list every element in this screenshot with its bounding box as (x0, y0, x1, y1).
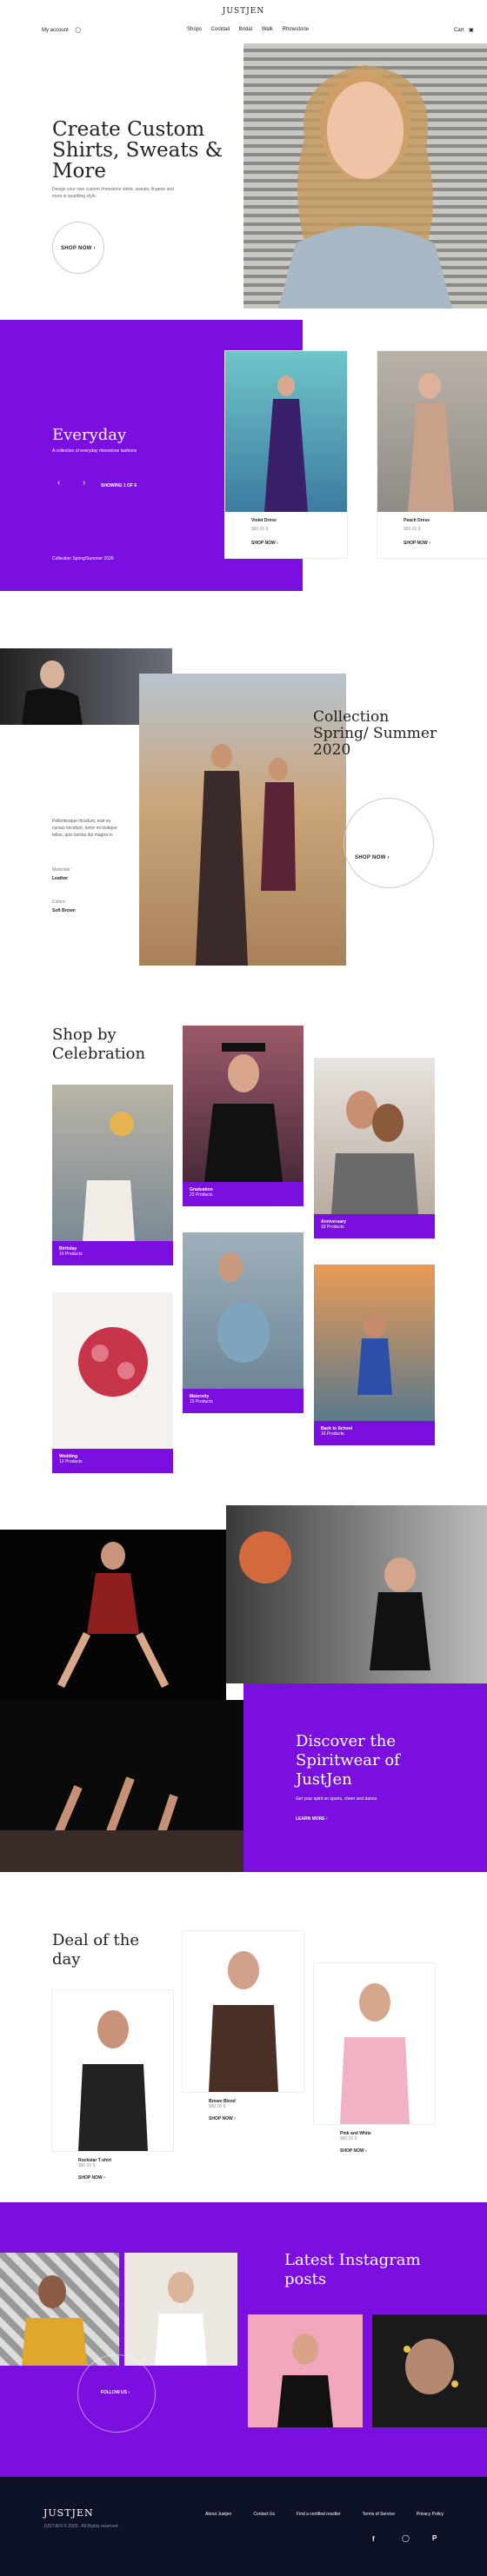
header: JUSTJEN My account ◯ Shops Cocktail Brid… (0, 0, 487, 43)
deal-title: Deal of the day (52, 1931, 139, 1969)
deal-card-rockstar[interactable]: Rockstar T-shirt $80,00 $ SHOP NOW (52, 1990, 173, 2190)
collection-cta-circle (344, 798, 434, 888)
follow-us-button[interactable]: FOLLOW US (101, 2390, 130, 2395)
cart-link[interactable]: Cart ▣ (454, 27, 474, 33)
celebration-count: 18 Products (321, 1225, 344, 1230)
product-name: Peach Dress (404, 518, 430, 523)
account-label: My account (42, 28, 69, 33)
product-price: $80,00 $ (404, 527, 421, 532)
instagram-icon[interactable]: ◯ (402, 2534, 410, 2542)
rockstar-image (52, 1990, 173, 2151)
hero-subtitle: Design your own custom rhinestone shirts… (52, 187, 174, 199)
hero-shop-now-button[interactable]: SHOP NOW (61, 246, 96, 251)
nav-shops[interactable]: Shops (187, 27, 202, 32)
everyday-subtitle: A collection of everyday rhinestone fash… (52, 448, 137, 454)
user-icon: ◯ (75, 28, 82, 33)
instagram-title: Latest Instagram posts (284, 2251, 421, 2288)
deal-card-pink-white[interactable]: Pink and White $80,00 $ SHOP NOW (314, 1963, 435, 2163)
material-label: Materials: (52, 867, 71, 873)
facebook-icon[interactable]: f (372, 2535, 375, 2543)
celebration-card-birthday[interactable]: Birthday 16 Products (52, 1085, 173, 1265)
product-price: $80,00 $ (251, 527, 269, 532)
celebration-card-back-to-school[interactable]: Back to School 16 Products (314, 1265, 435, 1445)
nav-cocktail[interactable]: Cocktail (211, 27, 230, 32)
spirit-subtitle: Get your spirit on sports, cheer and dan… (296, 1796, 378, 1802)
everyday-pager: SHOWING 1 OF 6 (101, 483, 137, 488)
celebration-count: 12 Products (59, 1459, 83, 1464)
nav-rhinestone[interactable]: Rhinestone (283, 27, 309, 32)
product-price: $80,00 $ (78, 2163, 96, 2168)
footer-brand[interactable]: JUSTJEN (43, 2507, 94, 2519)
wedding-image (52, 1292, 173, 1449)
brown-blend-image (183, 1931, 304, 2092)
spirit-image-cheer (0, 1700, 244, 1872)
color-label: Colors: (52, 900, 66, 905)
anniversary-image (314, 1058, 435, 1214)
celebration-card-anniversary[interactable]: Anniversary 18 Products (314, 1058, 435, 1238)
nav-bridal[interactable]: Bridal (239, 27, 252, 32)
learn-more-button[interactable]: LEARN MORE (296, 1816, 328, 1822)
product-price: $80,00 $ (340, 2136, 357, 2141)
back-to-school-image (314, 1265, 435, 1421)
material-value: Leather (52, 876, 69, 881)
account-link[interactable]: My account ◯ (42, 27, 81, 33)
cart-icon: ▣ (469, 28, 474, 33)
product-name: Violet Dress (251, 518, 277, 523)
spirit-title: Discover the Spiritwear of JustJen (296, 1732, 400, 1789)
spirit-image-athlete (0, 1530, 226, 1700)
footer-links: About Justjen Contact Us Find a certifie… (205, 2512, 444, 2517)
everyday-footnote: Collection Spring/Summer 2020 (52, 556, 114, 561)
next-arrow-icon[interactable]: › (83, 478, 85, 488)
celebration-card-wedding[interactable]: Wedding 12 Products (52, 1292, 173, 1473)
insta-post-4[interactable] (372, 2314, 487, 2427)
brand-logo[interactable]: JUSTJEN (0, 7, 487, 16)
celebration-count: 16 Products (321, 1431, 344, 1437)
peach-dress-image (377, 351, 487, 512)
birthday-image (52, 1085, 173, 1241)
product-price: $80,00 $ (209, 2104, 226, 2109)
nav-walk[interactable]: Walk (262, 27, 273, 32)
footer-link-reseller[interactable]: Find a certified reseller (297, 2512, 341, 2517)
collection-title: Collection Spring/ Summer 2020 (313, 708, 437, 759)
celebration-count: 16 Products (59, 1251, 83, 1257)
footer-link-privacy[interactable]: Privacy Policy (417, 2512, 444, 2517)
graduation-image (183, 1026, 304, 1182)
shop-now-link[interactable]: SHOP NOW (340, 2148, 435, 2154)
footer-link-contact[interactable]: Contact Us (253, 2512, 275, 2517)
pink-white-image (314, 1963, 435, 2124)
shop-now-link[interactable]: SHOP NOW (251, 541, 278, 546)
maternity-image (183, 1232, 304, 1389)
spirit-image-gym (226, 1505, 487, 1683)
product-card-violet[interactable]: Violet Dress $80,00 $ SHOP NOW (225, 351, 347, 558)
violet-dress-image (225, 351, 347, 512)
insta-post-3[interactable] (248, 2314, 363, 2427)
hero-title: Create Custom Shirts, Sweats & More (52, 118, 223, 183)
celebration-count: 15 Products (190, 1399, 213, 1404)
main-nav: Shops Cocktail Bridal Walk Rhinestone (187, 27, 309, 32)
everyday-title: Everyday (52, 426, 127, 444)
footer-copyright: JUSTJEN © 2020 . All Rights reserved. (43, 2524, 119, 2529)
insta-post-2[interactable] (124, 2253, 237, 2366)
shop-now-link[interactable]: SHOP NOW (404, 541, 430, 546)
deal-card-brown-blend[interactable]: Brown Blend $80,00 $ SHOP NOW (183, 1931, 304, 2131)
cart-label: Cart (454, 28, 464, 33)
color-value: Soft Brown (52, 908, 76, 913)
shop-now-link[interactable]: SHOP NOW (78, 2175, 173, 2181)
celebration-card-graduation[interactable]: Graduation 22 Products (183, 1026, 304, 1206)
insta-post-1[interactable] (0, 2253, 119, 2366)
footer-link-about[interactable]: About Justjen (205, 2512, 231, 2517)
celebration-title: Shop by Celebration (52, 1026, 146, 1063)
product-card-peach[interactable]: Peach Dress $80,00 $ SHOP NOW (377, 351, 487, 558)
hero-image (244, 43, 487, 309)
shop-now-link[interactable]: SHOP NOW (209, 2116, 304, 2121)
collection-description: Pellentesque tincidunt, erat eu cursus t… (52, 819, 117, 838)
celebration-card-maternity[interactable]: Maternity 15 Products (183, 1232, 304, 1413)
pinterest-icon[interactable]: P (432, 2534, 437, 2542)
prev-arrow-icon[interactable]: ‹ (57, 478, 60, 488)
footer-link-terms[interactable]: Terms of Service (363, 2512, 395, 2517)
collection-shop-now-button[interactable]: SHOP NOW (355, 855, 390, 860)
celebration-count: 22 Products (190, 1192, 213, 1198)
